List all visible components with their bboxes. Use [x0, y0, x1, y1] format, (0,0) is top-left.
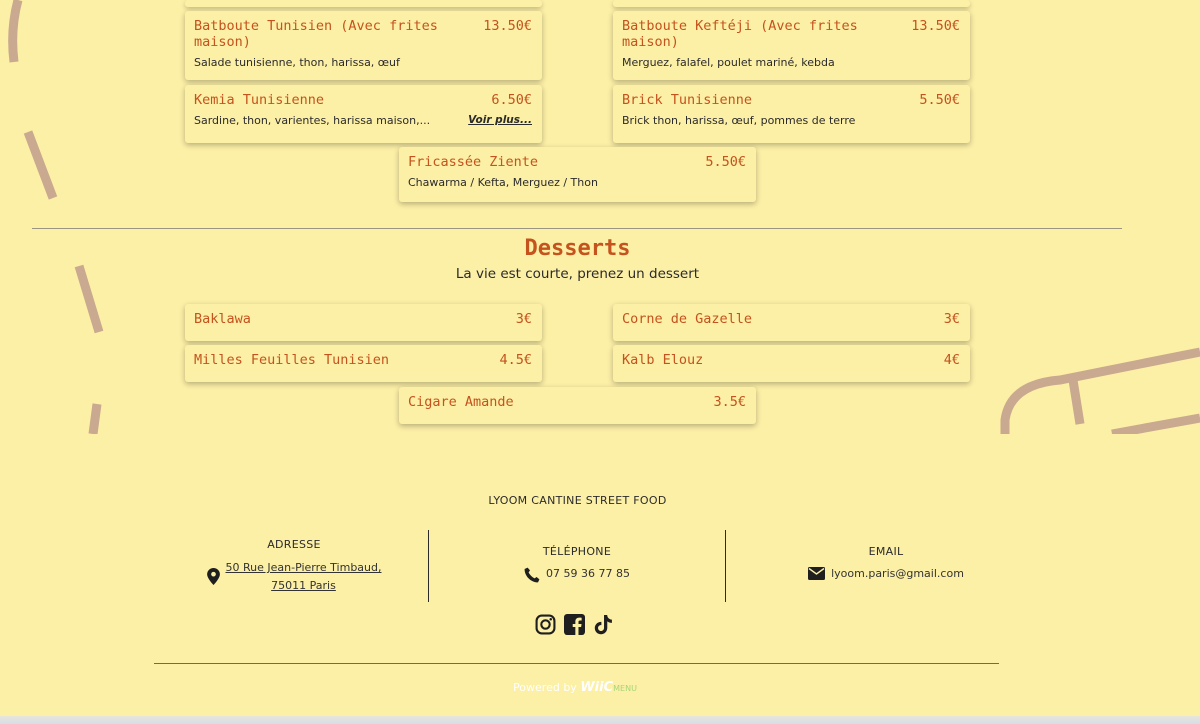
item-price: 6.50€ — [491, 92, 532, 108]
menu-card-clipped — [613, 0, 970, 7]
menu-item-card[interactable]: Milles Feuilles Tunisien 4.5€ — [185, 345, 542, 382]
item-description: Merguez, falafel, poulet mariné, kebda — [622, 56, 835, 69]
section-divider — [32, 228, 1122, 229]
tiktok-icon[interactable] — [593, 614, 614, 639]
item-name: Batboute Keftéji (Avec frites maison) — [622, 18, 858, 50]
location-pin-icon — [206, 568, 220, 588]
item-description: Salade tunisienne, thon, harissa, œuf — [194, 56, 400, 69]
menu-item-card[interactable]: Corne de Gazelle 3€ — [613, 304, 970, 341]
menu-card-clipped — [185, 0, 542, 7]
powered-by-link[interactable]: Powered by WiiCMENU — [0, 680, 1150, 695]
item-price: 5.50€ — [705, 154, 746, 170]
address-line-2: 75011 Paris — [271, 579, 336, 592]
item-name: Fricassée Ziente — [408, 154, 539, 170]
footer-divider — [154, 663, 999, 664]
window-bottom-edge — [0, 716, 1200, 724]
item-price: 13.50€ — [483, 18, 532, 34]
social-links — [535, 614, 614, 639]
email-column: EMAIL lyoom.paris@gmail.com — [726, 530, 1046, 602]
item-price: 5.50€ — [919, 92, 960, 108]
item-price: 13.50€ — [911, 18, 960, 34]
instagram-icon[interactable] — [535, 614, 556, 639]
item-price: 4€ — [943, 352, 960, 368]
phone-icon — [524, 567, 540, 586]
menu-item-card[interactable]: Brick Tunisienne 5.50€ Brick thon, haris… — [613, 85, 970, 143]
item-name: Brick Tunisienne — [622, 92, 753, 108]
powered-by-text: Powered by — [513, 681, 577, 694]
item-price: 4.5€ — [499, 352, 532, 368]
item-name: Baklawa — [194, 311, 251, 327]
item-description: Chawarma / Kefta, Merguez / Thon — [408, 176, 598, 189]
email-address: lyoom.paris@gmail.com — [831, 567, 964, 580]
email-link[interactable]: lyoom.paris@gmail.com — [726, 567, 1046, 583]
phone-heading: TÉLÉPHONE — [542, 545, 612, 558]
background-decoration — [8, 0, 1200, 434]
email-heading: EMAIL — [868, 545, 904, 558]
item-name: Milles Feuilles Tunisien — [194, 352, 390, 368]
wiic-logo: WiiC — [580, 680, 614, 695]
menu-item-card[interactable]: Baklawa 3€ — [185, 304, 542, 341]
item-price: 3.5€ — [713, 394, 746, 410]
menu-item-card[interactable]: Cigare Amande 3.5€ — [399, 387, 756, 424]
restaurant-name: LYOOM CANTINE STREET FOOD — [488, 494, 667, 507]
item-name: Corne de Gazelle — [622, 311, 753, 327]
menu-item-card[interactable]: Batboute Tunisien (Avec frites maison) 1… — [185, 11, 542, 80]
menu-item-card[interactable]: Kemia Tunisienne 6.50€ Sardine, thon, va… — [185, 85, 542, 143]
item-name: Batboute Tunisien (Avec frites maison) — [194, 18, 438, 50]
menu-item-card[interactable]: Fricassée Ziente 5.50€ Chawarma / Kefta,… — [399, 147, 756, 202]
phone-number: 07 59 36 77 85 — [546, 567, 630, 580]
wiic-logo-suffix: MENU — [613, 684, 637, 693]
section-title: Desserts — [524, 236, 631, 261]
menu-item-card[interactable]: Kalb Elouz 4€ — [613, 345, 970, 382]
see-more-link[interactable]: Voir plus... — [468, 114, 532, 127]
address-link[interactable]: 50 Rue Jean-Pierre Timbaud, 75011 Paris — [226, 559, 382, 595]
menu-item-card[interactable]: Batboute Keftéji (Avec frites maison) 13… — [613, 11, 970, 80]
item-price: 3€ — [515, 311, 532, 327]
address-column: ADRESSE 50 Rue Jean-Pierre Timbaud, 7501… — [160, 530, 428, 602]
section-subtitle: La vie est courte, prenez un dessert — [455, 266, 700, 282]
item-price: 3€ — [943, 311, 960, 327]
phone-link[interactable]: 07 59 36 77 85 — [429, 567, 725, 586]
item-description: Brick thon, harissa, œuf, pommes de terr… — [622, 114, 856, 127]
item-name: Cigare Amande — [408, 394, 514, 410]
envelope-icon — [808, 567, 826, 583]
address-line-1: 50 Rue Jean-Pierre Timbaud, — [225, 561, 382, 574]
item-description: Sardine, thon, varientes, harissa maison… — [194, 114, 431, 127]
facebook-icon[interactable] — [564, 614, 585, 639]
item-name: Kalb Elouz — [622, 352, 704, 368]
footer: LYOOM CANTINE STREET FOOD ADRESSE 50 Rue… — [0, 434, 1200, 724]
address-heading: ADRESSE — [267, 538, 321, 551]
item-name: Kemia Tunisienne — [194, 92, 325, 108]
phone-column: TÉLÉPHONE 07 59 36 77 85 — [429, 530, 725, 602]
